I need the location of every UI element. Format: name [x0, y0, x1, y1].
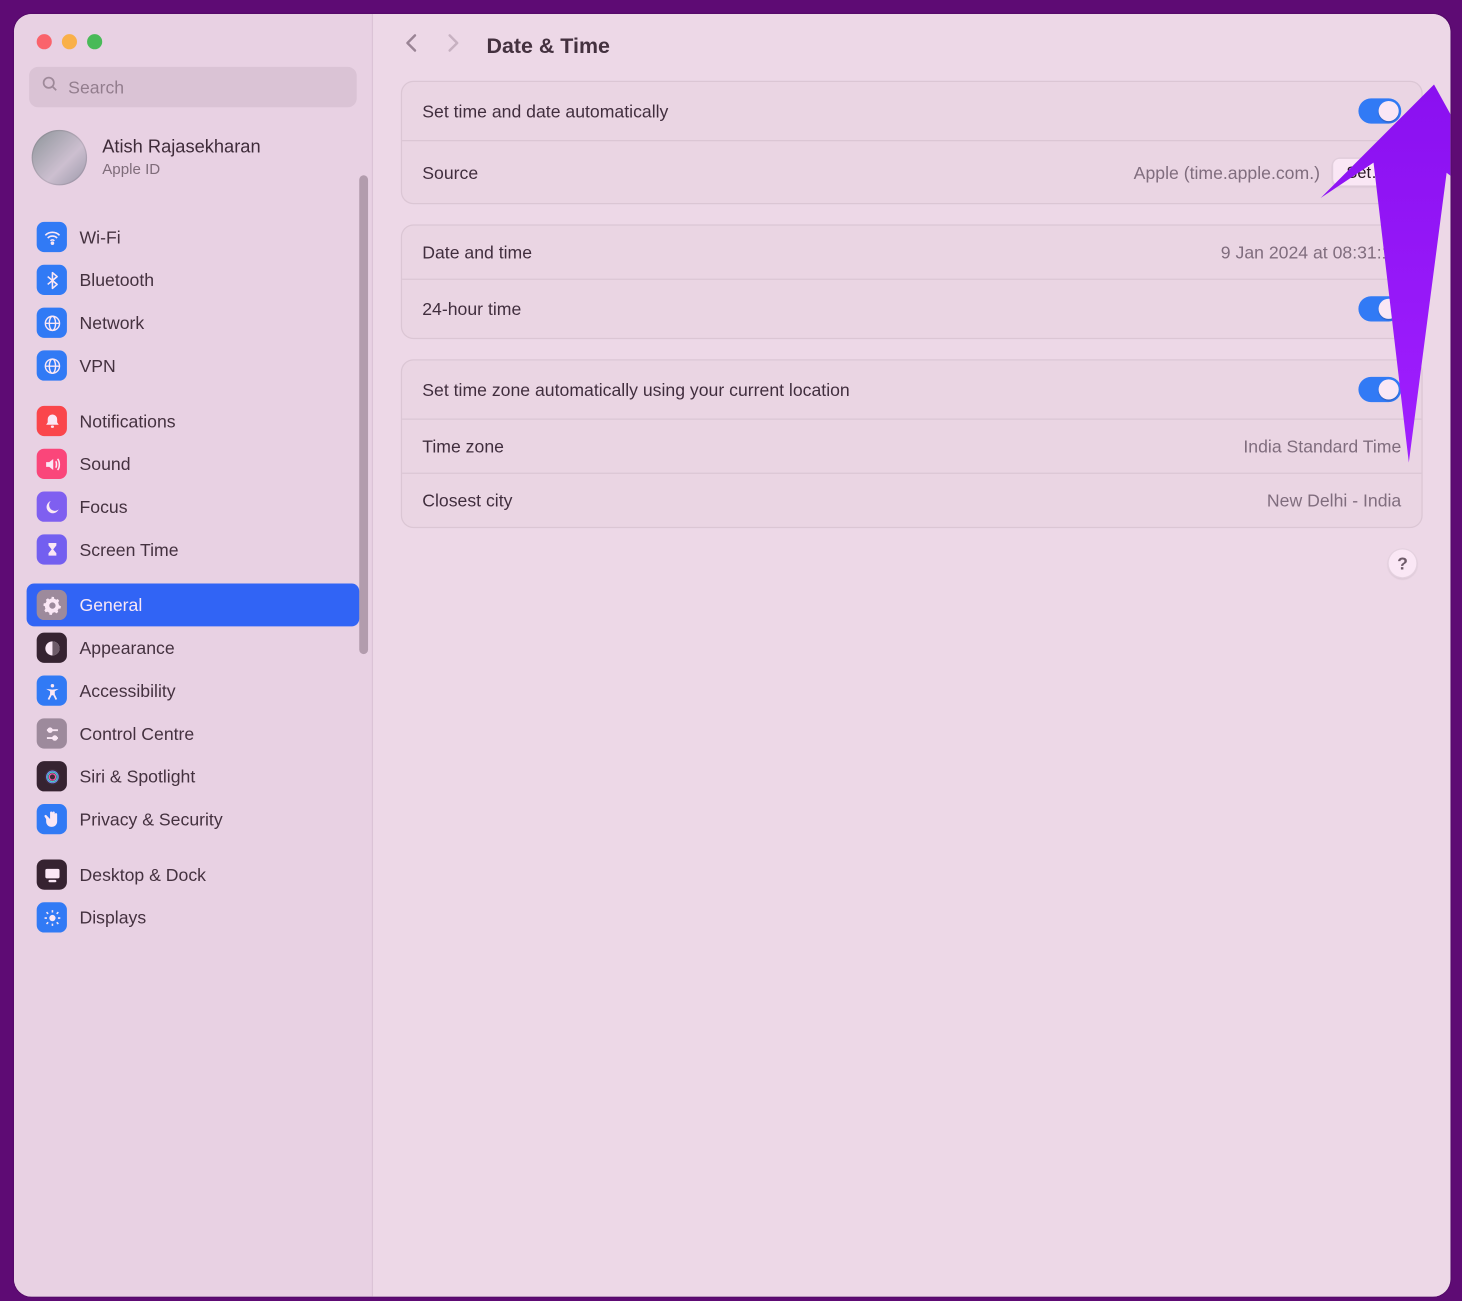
settings-card: Set time and date automatically Source App…	[401, 81, 1423, 204]
back-button[interactable]	[401, 32, 424, 61]
speaker-icon	[37, 449, 67, 479]
sidebar-item-siri[interactable]: Siri & Spotlight	[27, 755, 360, 798]
sidebar-nav: Wi-Fi Bluetooth Network VPN Notifications Sou…	[14, 203, 372, 1297]
sidebar-item-displays[interactable]: Displays	[27, 896, 360, 939]
row-tz: Time zone India Standard Time	[402, 418, 1421, 472]
bell-icon	[37, 406, 67, 436]
desktop-icon	[37, 859, 67, 889]
sidebar-item-controlcentre[interactable]: Control Centre	[27, 712, 360, 755]
row-auto_tz: Set time zone automatically using your c…	[402, 361, 1421, 419]
toggle-auto_tz[interactable]	[1358, 377, 1401, 402]
hand-icon	[37, 804, 67, 834]
search-field[interactable]	[29, 67, 357, 107]
sun-icon	[37, 902, 67, 932]
sidebar-item-sound[interactable]: Sound	[27, 442, 360, 485]
settings-window: Atish Rajasekharan Apple ID Wi-Fi Bluetoo…	[14, 14, 1450, 1297]
sidebar-item-label: Bluetooth	[80, 270, 155, 290]
row-label: Date and time	[422, 242, 532, 262]
sidebar-item-label: Privacy & Security	[80, 809, 223, 829]
sidebar-item-label: Sound	[80, 454, 131, 474]
settings-card: Date and time 9 Jan 2024 at 08:31:10 24-ho…	[401, 224, 1423, 339]
toggle-24hour[interactable]	[1358, 296, 1401, 321]
set-source-button[interactable]: Set…	[1333, 158, 1402, 187]
close-window-button[interactable]	[37, 34, 52, 49]
sliders-icon	[37, 718, 67, 748]
gear-icon	[37, 590, 67, 620]
window-controls	[14, 14, 372, 62]
toggle-auto_datetime[interactable]	[1358, 98, 1401, 123]
sidebar-item-appearance[interactable]: Appearance	[27, 626, 360, 669]
sidebar-item-desktopdock[interactable]: Desktop & Dock	[27, 853, 360, 896]
account-subtitle: Apple ID	[102, 160, 260, 178]
main-header: Date & Time	[373, 14, 1450, 76]
sidebar-item-accessibility[interactable]: Accessibility	[27, 669, 360, 712]
sidebar-item-focus[interactable]: Focus	[27, 485, 360, 528]
sidebar-item-screentime[interactable]: Screen Time	[27, 528, 360, 571]
sidebar-item-label: Network	[80, 313, 145, 333]
sidebar-item-network[interactable]: Network	[27, 301, 360, 344]
sidebar-item-label: Displays	[80, 907, 147, 927]
moon-icon	[37, 492, 67, 522]
sidebar-item-label: Accessibility	[80, 681, 176, 701]
row-auto_datetime: Set time and date automatically	[402, 82, 1421, 140]
sidebar-item-label: Appearance	[80, 638, 175, 658]
scrollbar-thumb[interactable]	[359, 175, 368, 654]
hourglass-icon	[37, 534, 67, 564]
sidebar-item-label: Wi-Fi	[80, 227, 121, 247]
sidebar-item-label: Focus	[80, 497, 128, 517]
sidebar-scrollbar[interactable]	[359, 175, 368, 1286]
globe-icon	[37, 308, 67, 338]
sidebar-item-vpn[interactable]: VPN	[27, 344, 360, 387]
help-button[interactable]: ?	[1387, 548, 1417, 578]
sidebar: Atish Rajasekharan Apple ID Wi-Fi Bluetoo…	[14, 14, 373, 1297]
sidebar-item-notifications[interactable]: Notifications	[27, 400, 360, 443]
content-area: Set time and date automatically Source App…	[373, 76, 1450, 604]
siri-icon	[37, 761, 67, 791]
maximize-window-button[interactable]	[87, 34, 102, 49]
row-label: Closest city	[422, 490, 512, 510]
sidebar-item-general[interactable]: General	[27, 584, 360, 627]
avatar	[32, 130, 87, 185]
row-24hour: 24-hour time	[402, 279, 1421, 338]
row-value: Apple (time.apple.com.)	[1134, 162, 1320, 182]
apple-id-account[interactable]: Atish Rajasekharan Apple ID	[14, 120, 372, 203]
wifi-icon	[37, 222, 67, 252]
globe-icon	[37, 350, 67, 380]
sidebar-item-privacy[interactable]: Privacy & Security	[27, 798, 360, 841]
sidebar-item-label: Control Centre	[80, 723, 195, 743]
row-value: India Standard Time	[1243, 436, 1401, 456]
accessibility-icon	[37, 676, 67, 706]
sidebar-item-wifi[interactable]: Wi-Fi	[27, 216, 360, 259]
nav-arrows	[401, 32, 464, 61]
sidebar-item-bluetooth[interactable]: Bluetooth	[27, 258, 360, 301]
row-label: Set time and date automatically	[422, 101, 668, 121]
account-name: Atish Rajasekharan	[102, 137, 260, 157]
minimize-window-button[interactable]	[62, 34, 77, 49]
search-icon	[40, 74, 59, 99]
sidebar-item-label: Siri & Spotlight	[80, 766, 196, 786]
row-label: 24-hour time	[422, 299, 521, 319]
settings-card: Set time zone automatically using your c…	[401, 359, 1423, 528]
row-value: 9 Jan 2024 at 08:31:10	[1221, 242, 1401, 262]
sidebar-item-label: VPN	[80, 355, 116, 375]
sidebar-item-label: Notifications	[80, 411, 176, 431]
main-pane: Date & Time Set time and date automatica…	[373, 14, 1450, 1297]
search-input[interactable]	[68, 77, 345, 97]
page-title: Date & Time	[487, 34, 610, 59]
sidebar-item-label: Desktop & Dock	[80, 865, 206, 885]
row-label: Source	[422, 162, 478, 182]
bluetooth-icon	[37, 265, 67, 295]
appearance-icon	[37, 633, 67, 663]
sidebar-item-label: General	[80, 595, 143, 615]
row-value: New Delhi - India	[1267, 490, 1401, 510]
row-city: Closest city New Delhi - India	[402, 473, 1421, 527]
row-source: Source Apple (time.apple.com.) Set…	[402, 140, 1421, 203]
sidebar-item-label: Screen Time	[80, 539, 179, 559]
row-label: Time zone	[422, 436, 504, 456]
row-label: Set time zone automatically using your c…	[422, 379, 849, 399]
row-datetime: Date and time 9 Jan 2024 at 08:31:10	[402, 226, 1421, 279]
forward-button[interactable]	[441, 32, 464, 61]
